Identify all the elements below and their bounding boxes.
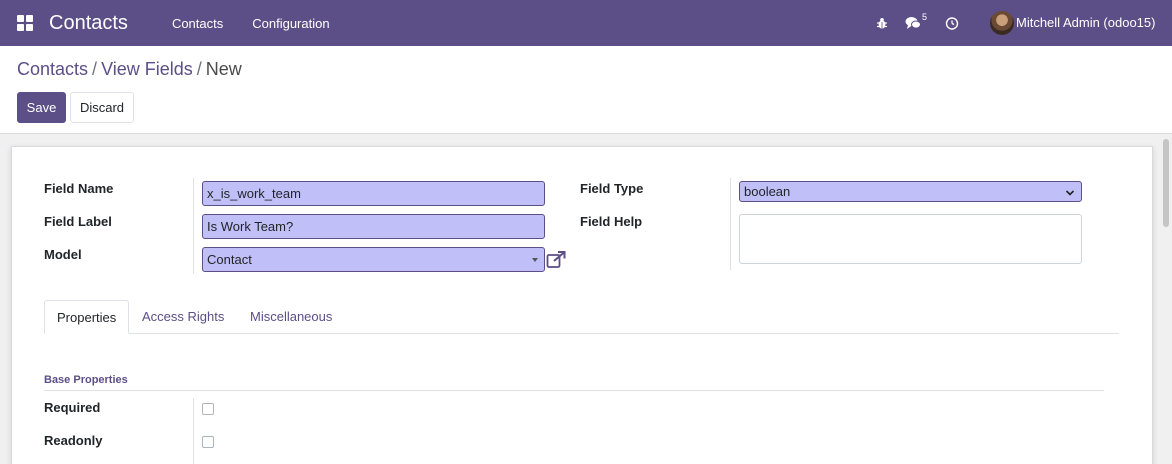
user-menu[interactable]: Mitchell Admin (odoo15) xyxy=(1016,15,1155,30)
clock-icon[interactable] xyxy=(944,15,960,31)
breadcrumb-current: New xyxy=(205,59,242,79)
menu-contacts[interactable]: Contacts xyxy=(172,16,223,31)
tab-miscellaneous[interactable]: Miscellaneous xyxy=(238,300,344,334)
label-divider xyxy=(193,398,194,464)
model-select-value: Contact xyxy=(207,252,252,267)
breadcrumb-separator: / xyxy=(92,59,98,79)
chevron-down-icon xyxy=(1065,190,1075,196)
readonly-label: Readonly xyxy=(44,433,103,448)
chat-icon[interactable] xyxy=(905,15,921,31)
tab-properties[interactable]: Properties xyxy=(44,300,129,334)
external-link-icon[interactable] xyxy=(546,251,566,269)
apps-grid-icon[interactable] xyxy=(17,15,33,31)
field-label-input[interactable]: Is Work Team? xyxy=(202,214,545,239)
field-name-input[interactable]: x_is_work_team xyxy=(202,181,545,206)
field-help-label: Field Help xyxy=(580,214,643,229)
label-divider xyxy=(730,178,731,270)
scrollbar[interactable] xyxy=(1162,137,1170,464)
avatar[interactable] xyxy=(990,11,1014,35)
base-properties-title: Base Properties xyxy=(44,374,128,386)
breadcrumb-separator: / xyxy=(196,59,202,79)
field-name-label: Field Name xyxy=(44,181,114,196)
chat-count-badge: 5 xyxy=(922,12,928,22)
breadcrumb-contacts[interactable]: Contacts xyxy=(17,59,88,79)
field-type-value: boolean xyxy=(744,184,791,199)
label-divider xyxy=(193,178,194,274)
group-divider xyxy=(44,390,1104,391)
caret-down-icon xyxy=(532,258,538,262)
app-title[interactable]: Contacts xyxy=(49,12,128,35)
model-select[interactable]: Contact xyxy=(202,247,545,272)
tab-access-rights[interactable]: Access Rights xyxy=(130,300,236,334)
model-label: Model xyxy=(44,247,82,262)
menu-configuration[interactable]: Configuration xyxy=(252,16,329,31)
save-button[interactable]: Save xyxy=(17,92,66,123)
field-help-textarea[interactable] xyxy=(739,214,1082,264)
required-checkbox[interactable] xyxy=(202,403,214,415)
field-type-label: Field Type xyxy=(580,181,644,196)
bug-icon[interactable] xyxy=(874,15,890,31)
discard-button[interactable]: Discard xyxy=(70,92,134,123)
field-type-select[interactable]: boolean xyxy=(739,181,1082,202)
scrollbar-thumb[interactable] xyxy=(1163,139,1169,227)
required-label: Required xyxy=(44,400,101,415)
field-label-label: Field Label xyxy=(44,214,112,229)
readonly-checkbox[interactable] xyxy=(202,436,214,448)
breadcrumb-view-fields[interactable]: View Fields xyxy=(101,59,193,79)
breadcrumb: Contacts / View Fields / New xyxy=(17,59,242,80)
